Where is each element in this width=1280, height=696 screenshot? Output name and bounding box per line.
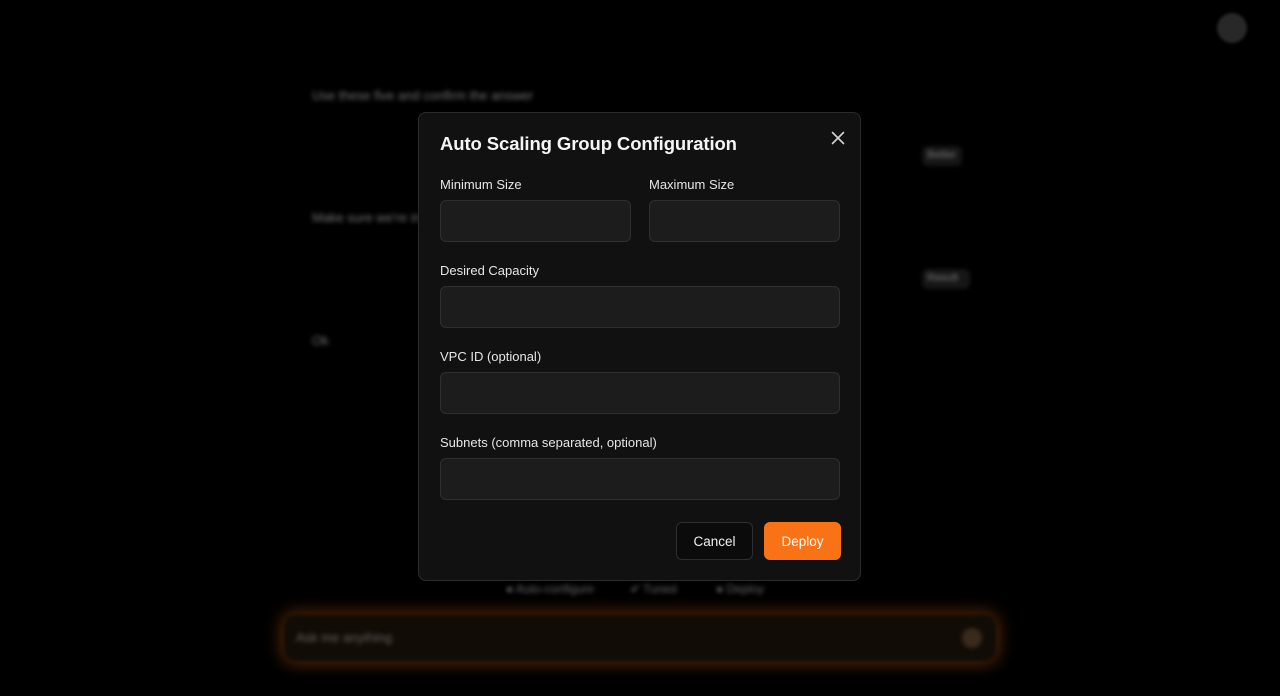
subnets-label: Subnets (comma separated, optional)	[440, 435, 657, 450]
suggestion-label: Auto-configure	[515, 582, 594, 596]
max-size-label: Maximum Size	[649, 177, 735, 192]
desired-capacity-input[interactable]	[440, 286, 840, 328]
suggestion-label: Deploy	[726, 582, 764, 596]
suggestion-chip[interactable]: ● Deploy	[716, 582, 764, 600]
min-size-label: Minimum Size	[440, 177, 522, 192]
background-badge-label: Result	[927, 272, 959, 284]
desired-capacity-label: Desired Capacity	[440, 263, 539, 278]
chat-placeholder: Ask me anything	[296, 630, 393, 645]
close-button[interactable]	[827, 127, 849, 149]
suggestion-chip[interactable]: ✔ Tuned	[630, 582, 677, 600]
background-badge-label: Better	[927, 149, 957, 161]
vpc-id-label: VPC ID (optional)	[440, 349, 542, 364]
cancel-button[interactable]: Cancel	[676, 522, 753, 560]
max-size-input[interactable]	[649, 200, 840, 242]
min-size-input[interactable]	[440, 200, 631, 242]
asg-config-dialog: Auto Scaling Group Configuration Minimum…	[418, 112, 861, 581]
suggestion-chip[interactable]: ● Auto-configure	[506, 582, 594, 600]
avatar[interactable]	[1217, 13, 1247, 43]
deploy-button[interactable]: Deploy	[764, 522, 841, 560]
close-icon	[831, 131, 845, 145]
dialog-title: Auto Scaling Group Configuration	[440, 133, 737, 154]
suggestion-label: Tuned	[643, 582, 677, 596]
background-message: Use these five and confirm the answer	[312, 88, 534, 103]
subnets-input[interactable]	[440, 458, 840, 500]
send-icon[interactable]	[962, 628, 982, 648]
vpc-id-input[interactable]	[440, 372, 840, 414]
background-message: Ok	[312, 333, 329, 348]
